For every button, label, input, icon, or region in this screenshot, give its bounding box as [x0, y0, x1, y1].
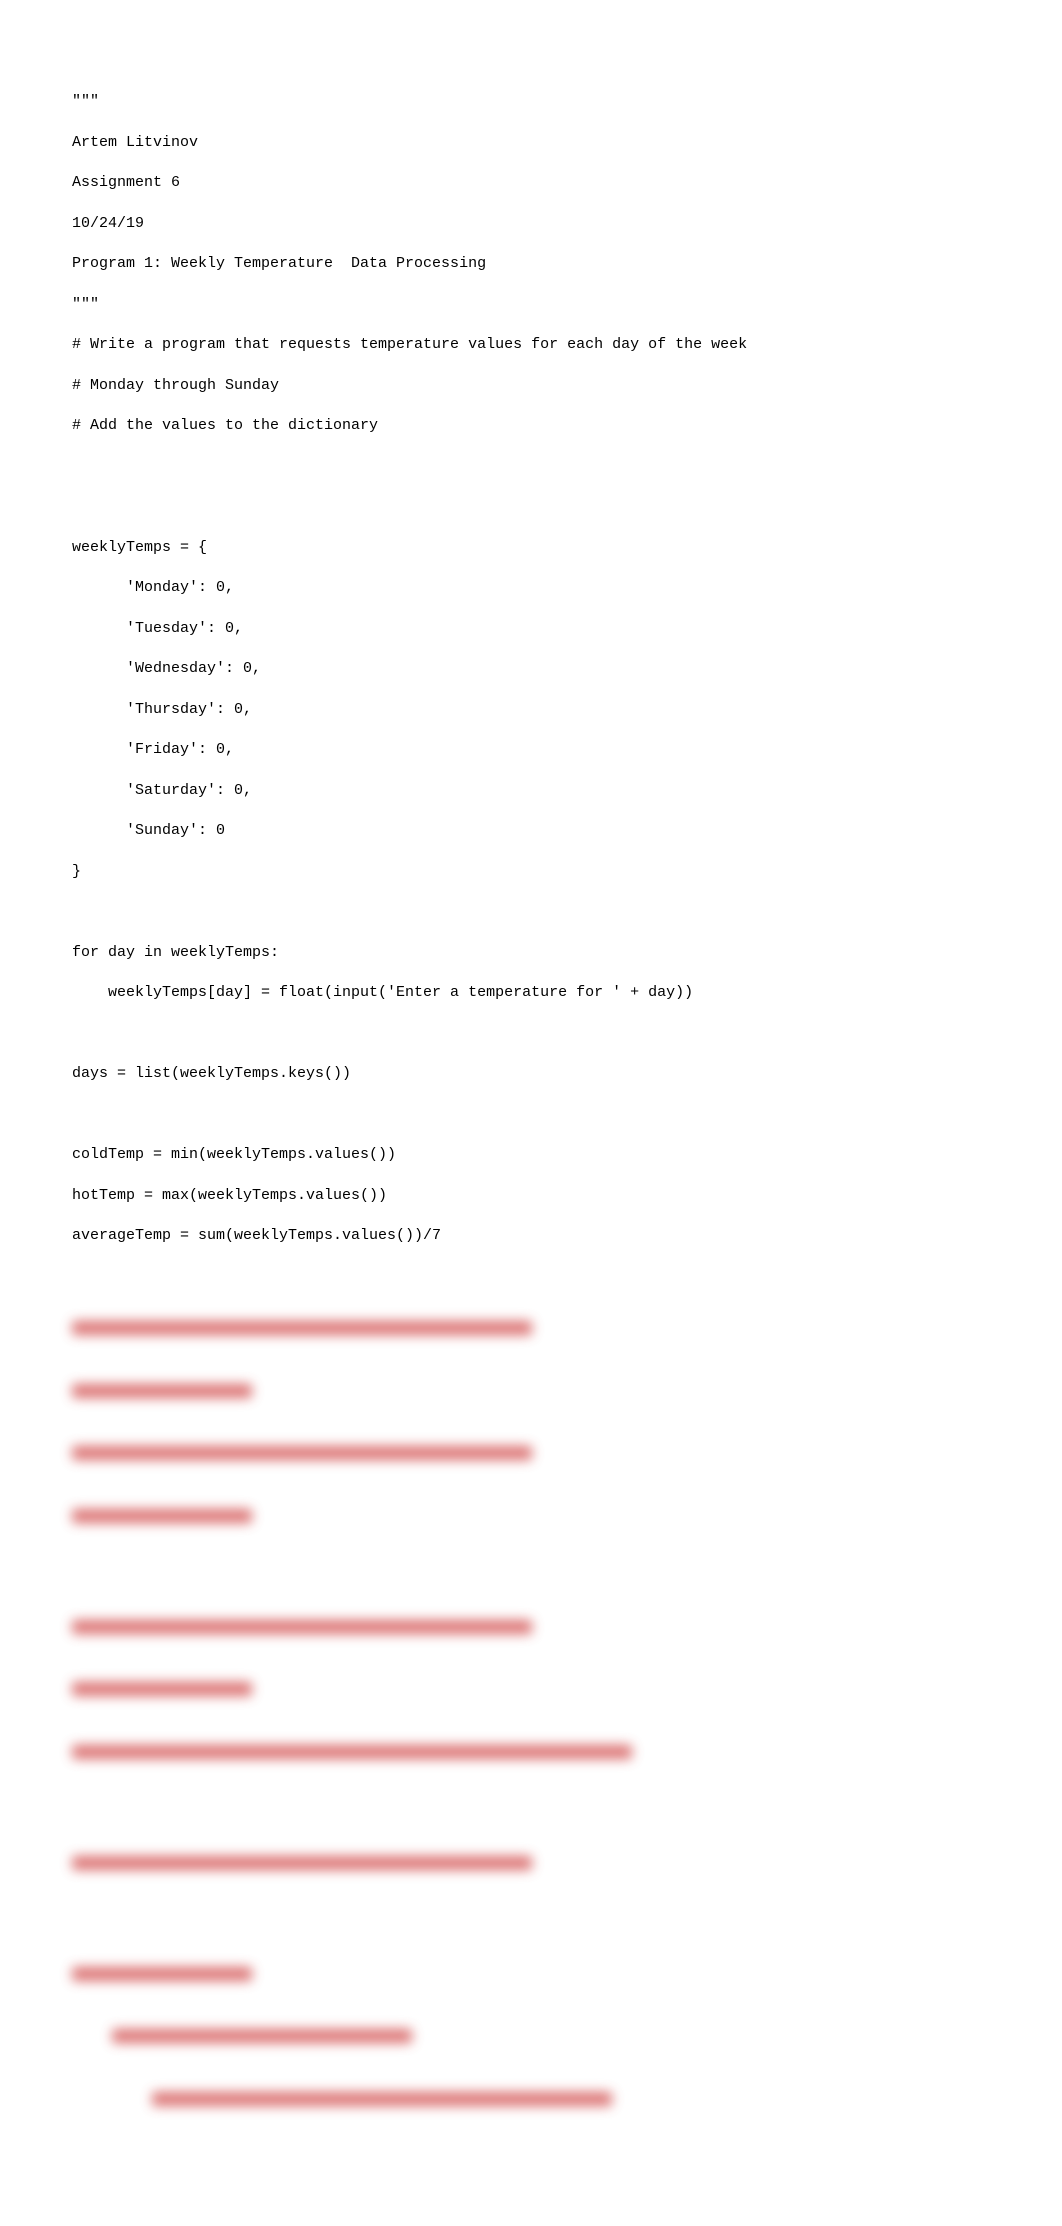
code-line: weeklyTemps = { — [72, 539, 207, 556]
obscured-line — [72, 1321, 532, 1335]
obscured-line — [72, 1509, 252, 1523]
code-line: # Monday through Sunday — [72, 377, 279, 394]
code-line: for day in weeklyTemps: — [72, 944, 279, 961]
obscured-line — [152, 2092, 612, 2106]
code-line: 'Thursday': 0, — [72, 701, 252, 718]
code-line: Artem Litvinov — [72, 134, 198, 151]
code-line: Program 1: Weekly Temperature Data Proce… — [72, 255, 486, 272]
code-line: # Write a program that requests temperat… — [72, 336, 747, 353]
code-line: averageTemp = sum(weeklyTemps.values())/… — [72, 1227, 441, 1244]
code-line: 'Monday': 0, — [72, 579, 234, 596]
obscured-line — [112, 2029, 412, 2043]
code-line: 'Wednesday': 0, — [72, 660, 261, 677]
code-line: """ — [72, 93, 99, 110]
code-line: 'Saturday': 0, — [72, 782, 252, 799]
code-line: 'Friday': 0, — [72, 741, 234, 758]
obscured-line — [72, 1446, 532, 1460]
code-line: } — [72, 863, 81, 880]
obscured-line — [72, 1620, 532, 1634]
obscured-line — [72, 1745, 632, 1759]
obscured-line — [72, 1967, 252, 1981]
obscured-line — [72, 1384, 252, 1398]
code-line: 10/24/19 — [72, 215, 144, 232]
code-line: 'Tuesday': 0, — [72, 620, 243, 637]
code-line: hotTemp = max(weeklyTemps.values()) — [72, 1187, 387, 1204]
document-page: """ Artem Litvinov Assignment 6 10/24/19… — [0, 0, 1062, 2226]
obscured-line — [72, 1856, 532, 1870]
code-line: 'Sunday': 0 — [72, 822, 225, 839]
code-line: Assignment 6 — [72, 174, 180, 191]
code-line: """ — [72, 296, 99, 313]
code-line: weeklyTemps[day] = float(input('Enter a … — [72, 984, 693, 1001]
code-line: coldTemp = min(weeklyTemps.values()) — [72, 1146, 396, 1163]
obscured-line — [72, 1682, 252, 1696]
code-line: # Add the values to the dictionary — [72, 417, 378, 434]
code-line: days = list(weeklyTemps.keys()) — [72, 1065, 351, 1082]
obscured-region — [72, 1281, 592, 2134]
